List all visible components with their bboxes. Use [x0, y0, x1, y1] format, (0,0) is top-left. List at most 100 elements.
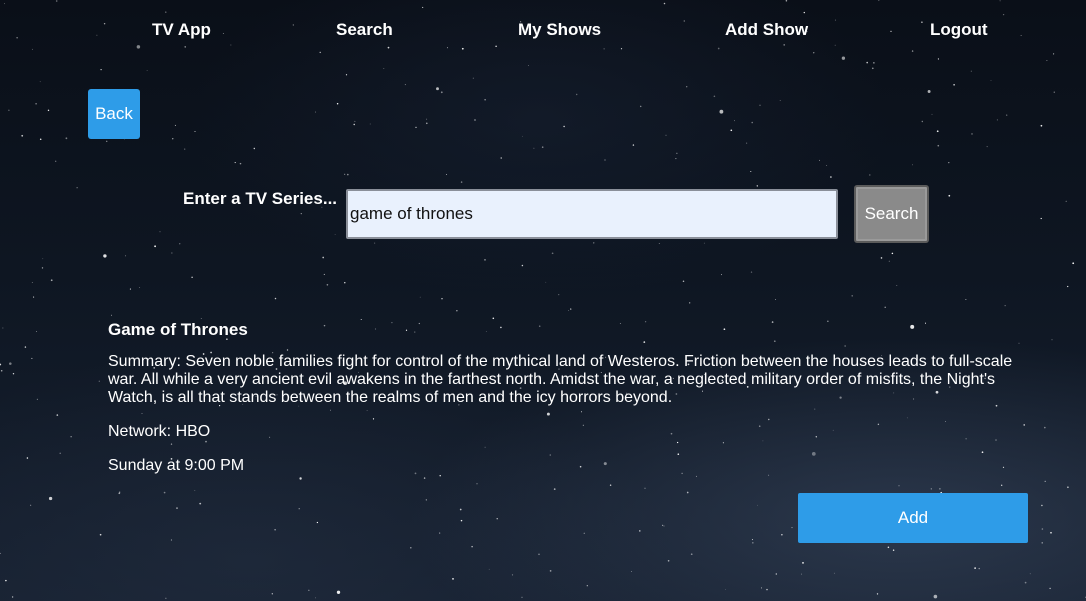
star [779, 99, 781, 101]
star [775, 573, 777, 575]
star [33, 296, 35, 298]
star [896, 284, 898, 286]
star [593, 242, 595, 244]
star [336, 102, 339, 105]
star [426, 118, 428, 120]
star [521, 135, 523, 137]
nav-item-search[interactable]: Search [336, 20, 393, 40]
nav-item-logout[interactable]: Logout [930, 20, 988, 40]
star [801, 573, 803, 575]
show-summary: Summary: Seven noble families fight for … [108, 353, 1013, 406]
star [551, 252, 554, 255]
star [639, 530, 641, 532]
star [404, 84, 406, 86]
star [460, 181, 463, 183]
star [953, 83, 955, 86]
star [316, 521, 319, 524]
add-show-button[interactable]: Add [798, 493, 1028, 543]
star [931, 113, 933, 115]
star [492, 317, 495, 320]
star [766, 588, 768, 591]
star [553, 488, 556, 490]
star [460, 519, 463, 522]
star [472, 77, 474, 79]
star [459, 508, 462, 511]
star [336, 590, 341, 594]
star [5, 579, 7, 582]
star [521, 264, 524, 267]
star [873, 62, 875, 64]
star [521, 596, 523, 598]
star [174, 124, 176, 126]
star [271, 593, 273, 595]
star [344, 282, 346, 284]
star [563, 125, 565, 128]
show-schedule: Sunday at 9:00 PM [108, 457, 245, 474]
star [549, 570, 552, 572]
star [750, 170, 752, 173]
star [172, 138, 174, 140]
nav-item-add-show[interactable]: Add Show [725, 20, 808, 40]
star [354, 120, 356, 122]
star [99, 533, 102, 536]
star [891, 252, 894, 255]
star [98, 380, 100, 382]
star [119, 491, 121, 493]
star [35, 103, 37, 105]
star [1065, 200, 1067, 202]
star [1053, 91, 1056, 93]
star [644, 487, 646, 489]
star [488, 568, 490, 570]
star [730, 129, 733, 132]
star [55, 160, 57, 162]
star [682, 280, 685, 282]
star [888, 260, 890, 262]
star [686, 86, 688, 88]
star [410, 546, 412, 549]
star [851, 295, 853, 297]
star [541, 146, 544, 148]
star [667, 559, 670, 562]
star [1049, 587, 1051, 590]
star [876, 593, 879, 595]
star [1001, 484, 1003, 486]
star [456, 310, 458, 312]
star [139, 287, 141, 288]
search-input[interactable] [346, 189, 838, 239]
star [323, 273, 325, 275]
star [163, 491, 166, 494]
star [239, 162, 242, 165]
show-network: Network: HBO [108, 423, 211, 440]
star [695, 475, 697, 477]
star [484, 259, 486, 261]
star [42, 258, 44, 260]
nav-brand-tv-app[interactable]: TV App [152, 20, 211, 40]
star [933, 594, 938, 599]
star [869, 174, 871, 176]
star [9, 362, 12, 365]
star [234, 162, 236, 164]
search-button[interactable]: Search [854, 185, 929, 243]
back-button[interactable]: Back [88, 89, 140, 139]
star [26, 457, 29, 459]
star [939, 488, 941, 490]
star [194, 130, 196, 133]
star [658, 243, 660, 244]
nav-item-my-shows[interactable]: My Shows [518, 20, 601, 40]
search-label: Enter a TV Series... [183, 189, 338, 208]
star [0, 363, 2, 366]
star [830, 176, 832, 178]
star [31, 357, 33, 359]
star [298, 508, 300, 510]
star [996, 119, 998, 121]
star [274, 297, 277, 300]
star [631, 571, 632, 572]
star [360, 319, 362, 320]
star [171, 252, 173, 254]
star [756, 185, 758, 187]
star [1006, 114, 1008, 116]
star [826, 165, 828, 166]
star [970, 70, 972, 72]
star [31, 281, 33, 283]
star [1004, 305, 1006, 307]
